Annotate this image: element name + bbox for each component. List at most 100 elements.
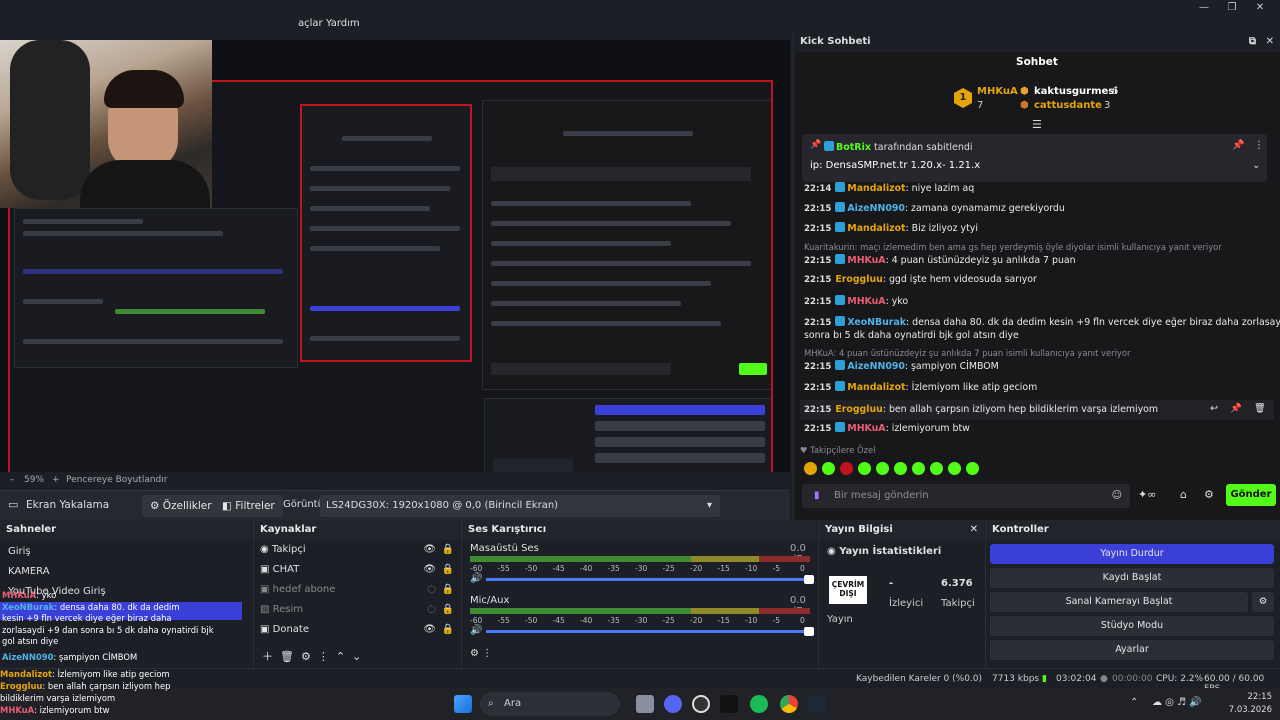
source-item[interactable]: ▨ Resim ◌ 🔒 bbox=[260, 604, 456, 615]
msg-user[interactable]: XeoNBurak bbox=[847, 317, 906, 328]
move-up-icon[interactable]: ⌃ bbox=[336, 650, 345, 663]
chrome-icon[interactable] bbox=[780, 695, 798, 713]
trash-icon[interactable]: 🗑 bbox=[280, 650, 294, 663]
stop-stream-button[interactable]: Yayını Durdur bbox=[990, 544, 1274, 564]
chevron-down-icon[interactable]: ⌄ bbox=[1252, 160, 1260, 171]
close-icon[interactable]: ✕ bbox=[1246, 2, 1274, 16]
tray-chevron-icon[interactable]: ⌃ bbox=[1130, 697, 1138, 708]
source-toolbar-icons: ＋ 🗑 ⚙ ⋮ ⌃ ⌄ bbox=[262, 648, 361, 664]
display-select[interactable]: LS24DG30X: 1920x1080 @ 0,0 (Birincil Ekr… bbox=[320, 495, 720, 517]
scene-item[interactable]: Giriş bbox=[8, 546, 31, 557]
steam-icon[interactable] bbox=[808, 695, 826, 713]
virtual-cam-settings-icon[interactable]: ⚙ bbox=[1252, 592, 1274, 612]
more-icon[interactable]: ⋮ bbox=[1254, 140, 1264, 151]
source-item[interactable]: ▣ hedef abone ◌ 🔒 bbox=[260, 584, 456, 595]
pin-icon[interactable]: 📌 bbox=[1230, 403, 1242, 414]
start-icon[interactable] bbox=[454, 695, 472, 713]
add-icon[interactable]: ＋ bbox=[262, 650, 273, 663]
eye-hidden-icon[interactable]: ◌ bbox=[427, 604, 436, 615]
volume-slider[interactable] bbox=[486, 630, 812, 633]
emote-icon[interactable] bbox=[894, 462, 907, 475]
lock-icon[interactable]: 🔒 bbox=[442, 544, 454, 555]
close-icon[interactable]: ✕ bbox=[970, 520, 978, 540]
volume-slider-handle[interactable] bbox=[804, 575, 814, 584]
tray-icons[interactable]: ☁ ◎ ♬ 🔊 bbox=[1152, 697, 1202, 708]
zoom-minus-icon[interactable]: – bbox=[10, 475, 15, 485]
menu-item-tools[interactable]: açlar bbox=[298, 18, 323, 29]
preview-area[interactable] bbox=[0, 40, 790, 510]
meter-tick-label: -20 bbox=[690, 564, 703, 573]
emote-icon[interactable] bbox=[876, 462, 889, 475]
unpin-icon[interactable]: 📌 bbox=[1232, 140, 1244, 151]
source-item[interactable]: ◉ Takipçi 👁 🔒 bbox=[260, 544, 456, 555]
menu-item-help[interactable]: Yardım bbox=[326, 18, 360, 29]
minimize-icon[interactable]: — bbox=[1190, 2, 1218, 16]
lock-icon[interactable]: 🔒 bbox=[442, 584, 454, 595]
expand-icon[interactable]: ☰ bbox=[1032, 118, 1042, 131]
msg-user[interactable]: MHKuA bbox=[847, 296, 885, 307]
obs-icon[interactable] bbox=[692, 695, 710, 713]
msg-user[interactable]: Eroggluu bbox=[835, 274, 882, 285]
more-icon[interactable]: ⋮ bbox=[318, 650, 329, 663]
app-icon[interactable] bbox=[636, 695, 654, 713]
volume-slider-handle[interactable] bbox=[804, 627, 814, 636]
studio-mode-button[interactable]: Stüdyo Modu bbox=[990, 616, 1274, 636]
emoji-icon[interactable]: ☺ bbox=[1112, 484, 1122, 508]
move-down-icon[interactable]: ⌄ bbox=[352, 650, 361, 663]
store-icon[interactable]: ⌂ bbox=[1180, 488, 1187, 501]
chat-message-hovered[interactable]: 22:15 Eroggluu: ben allah çarpsın izliyom… bbox=[800, 400, 1274, 420]
mic-icon[interactable]: ▮ bbox=[814, 484, 820, 508]
undock-icon[interactable]: ⧉ bbox=[1249, 32, 1256, 52]
source-item[interactable]: ▣ CHAT 👁 🔒 bbox=[260, 564, 456, 575]
spotify-icon[interactable] bbox=[750, 695, 768, 713]
chat-message-input[interactable]: ▮ Bir mesaj gönderin ☺ bbox=[802, 484, 1130, 508]
msg-user[interactable]: MHKuA bbox=[847, 423, 885, 434]
eye-icon[interactable]: 👁 bbox=[423, 624, 436, 635]
msg-user[interactable]: AizeNN090 bbox=[847, 203, 905, 214]
msg-user[interactable]: MHKuA bbox=[847, 255, 885, 266]
gear-icon[interactable]: ⚙ bbox=[301, 650, 311, 663]
settings-icon[interactable]: ⚙ bbox=[1204, 488, 1214, 501]
taskbar-search[interactable]: ⌕ Ara bbox=[480, 692, 620, 716]
send-button[interactable]: Gönder bbox=[1226, 484, 1276, 506]
eye-icon[interactable]: 👁 bbox=[423, 564, 436, 575]
properties-button[interactable]: ⚙ Özellikler bbox=[142, 495, 220, 517]
reply-icon[interactable]: ↩ bbox=[1210, 403, 1218, 414]
points-icon[interactable]: ✦∞ bbox=[1138, 488, 1156, 501]
msg-user[interactable]: Mandalizot bbox=[847, 382, 905, 393]
volume-slider[interactable] bbox=[486, 578, 812, 581]
discord-icon[interactable] bbox=[664, 695, 682, 713]
mixer-settings-icon[interactable]: ⚙ ⋮ bbox=[470, 648, 492, 659]
speaker-icon[interactable]: 🔊 bbox=[470, 625, 482, 636]
speaker-icon[interactable]: 🔊 bbox=[470, 573, 482, 584]
source-item[interactable]: ▣ Donate 👁 🔒 bbox=[260, 624, 456, 635]
msg-user[interactable]: Mandalizot bbox=[847, 183, 905, 194]
lock-icon[interactable]: 🔒 bbox=[442, 604, 454, 615]
start-virtual-cam-button[interactable]: Sanal Kamerayı Başlat bbox=[990, 592, 1248, 612]
close-icon[interactable]: ✕ bbox=[1266, 32, 1274, 52]
settings-button[interactable]: Ayarlar bbox=[990, 640, 1274, 660]
maximize-icon[interactable]: ❐ bbox=[1218, 2, 1246, 16]
emote-icon[interactable] bbox=[966, 462, 979, 475]
lock-icon[interactable]: 🔒 bbox=[442, 564, 454, 575]
lock-icon[interactable]: 🔒 bbox=[442, 624, 454, 635]
msg-user[interactable]: Mandalizot bbox=[847, 223, 905, 234]
trash-icon[interactable]: 🗑 bbox=[1254, 403, 1266, 414]
eye-hidden-icon[interactable]: ◌ bbox=[427, 584, 436, 595]
emote-icon[interactable] bbox=[930, 462, 943, 475]
eye-icon[interactable]: 👁 bbox=[423, 544, 436, 555]
emote-icon[interactable] bbox=[840, 462, 853, 475]
msg-user[interactable]: AizeNN090 bbox=[847, 361, 905, 372]
capcut-icon[interactable] bbox=[720, 695, 738, 713]
msg-user[interactable]: Eroggluu bbox=[835, 404, 882, 415]
emote-icon[interactable] bbox=[822, 462, 835, 475]
emote-icon[interactable] bbox=[804, 462, 817, 475]
emote-icon[interactable] bbox=[948, 462, 961, 475]
zoom-plus-icon[interactable]: + bbox=[52, 475, 60, 485]
filters-button[interactable]: ◧ Filtreler bbox=[214, 495, 283, 517]
emote-icon[interactable] bbox=[858, 462, 871, 475]
scene-item[interactable]: KAMERA bbox=[8, 566, 50, 577]
fit-window-label[interactable]: Pencereye Boyutlandır bbox=[66, 475, 167, 485]
emote-icon[interactable] bbox=[912, 462, 925, 475]
start-recording-button[interactable]: Kaydı Başlat bbox=[990, 568, 1274, 588]
